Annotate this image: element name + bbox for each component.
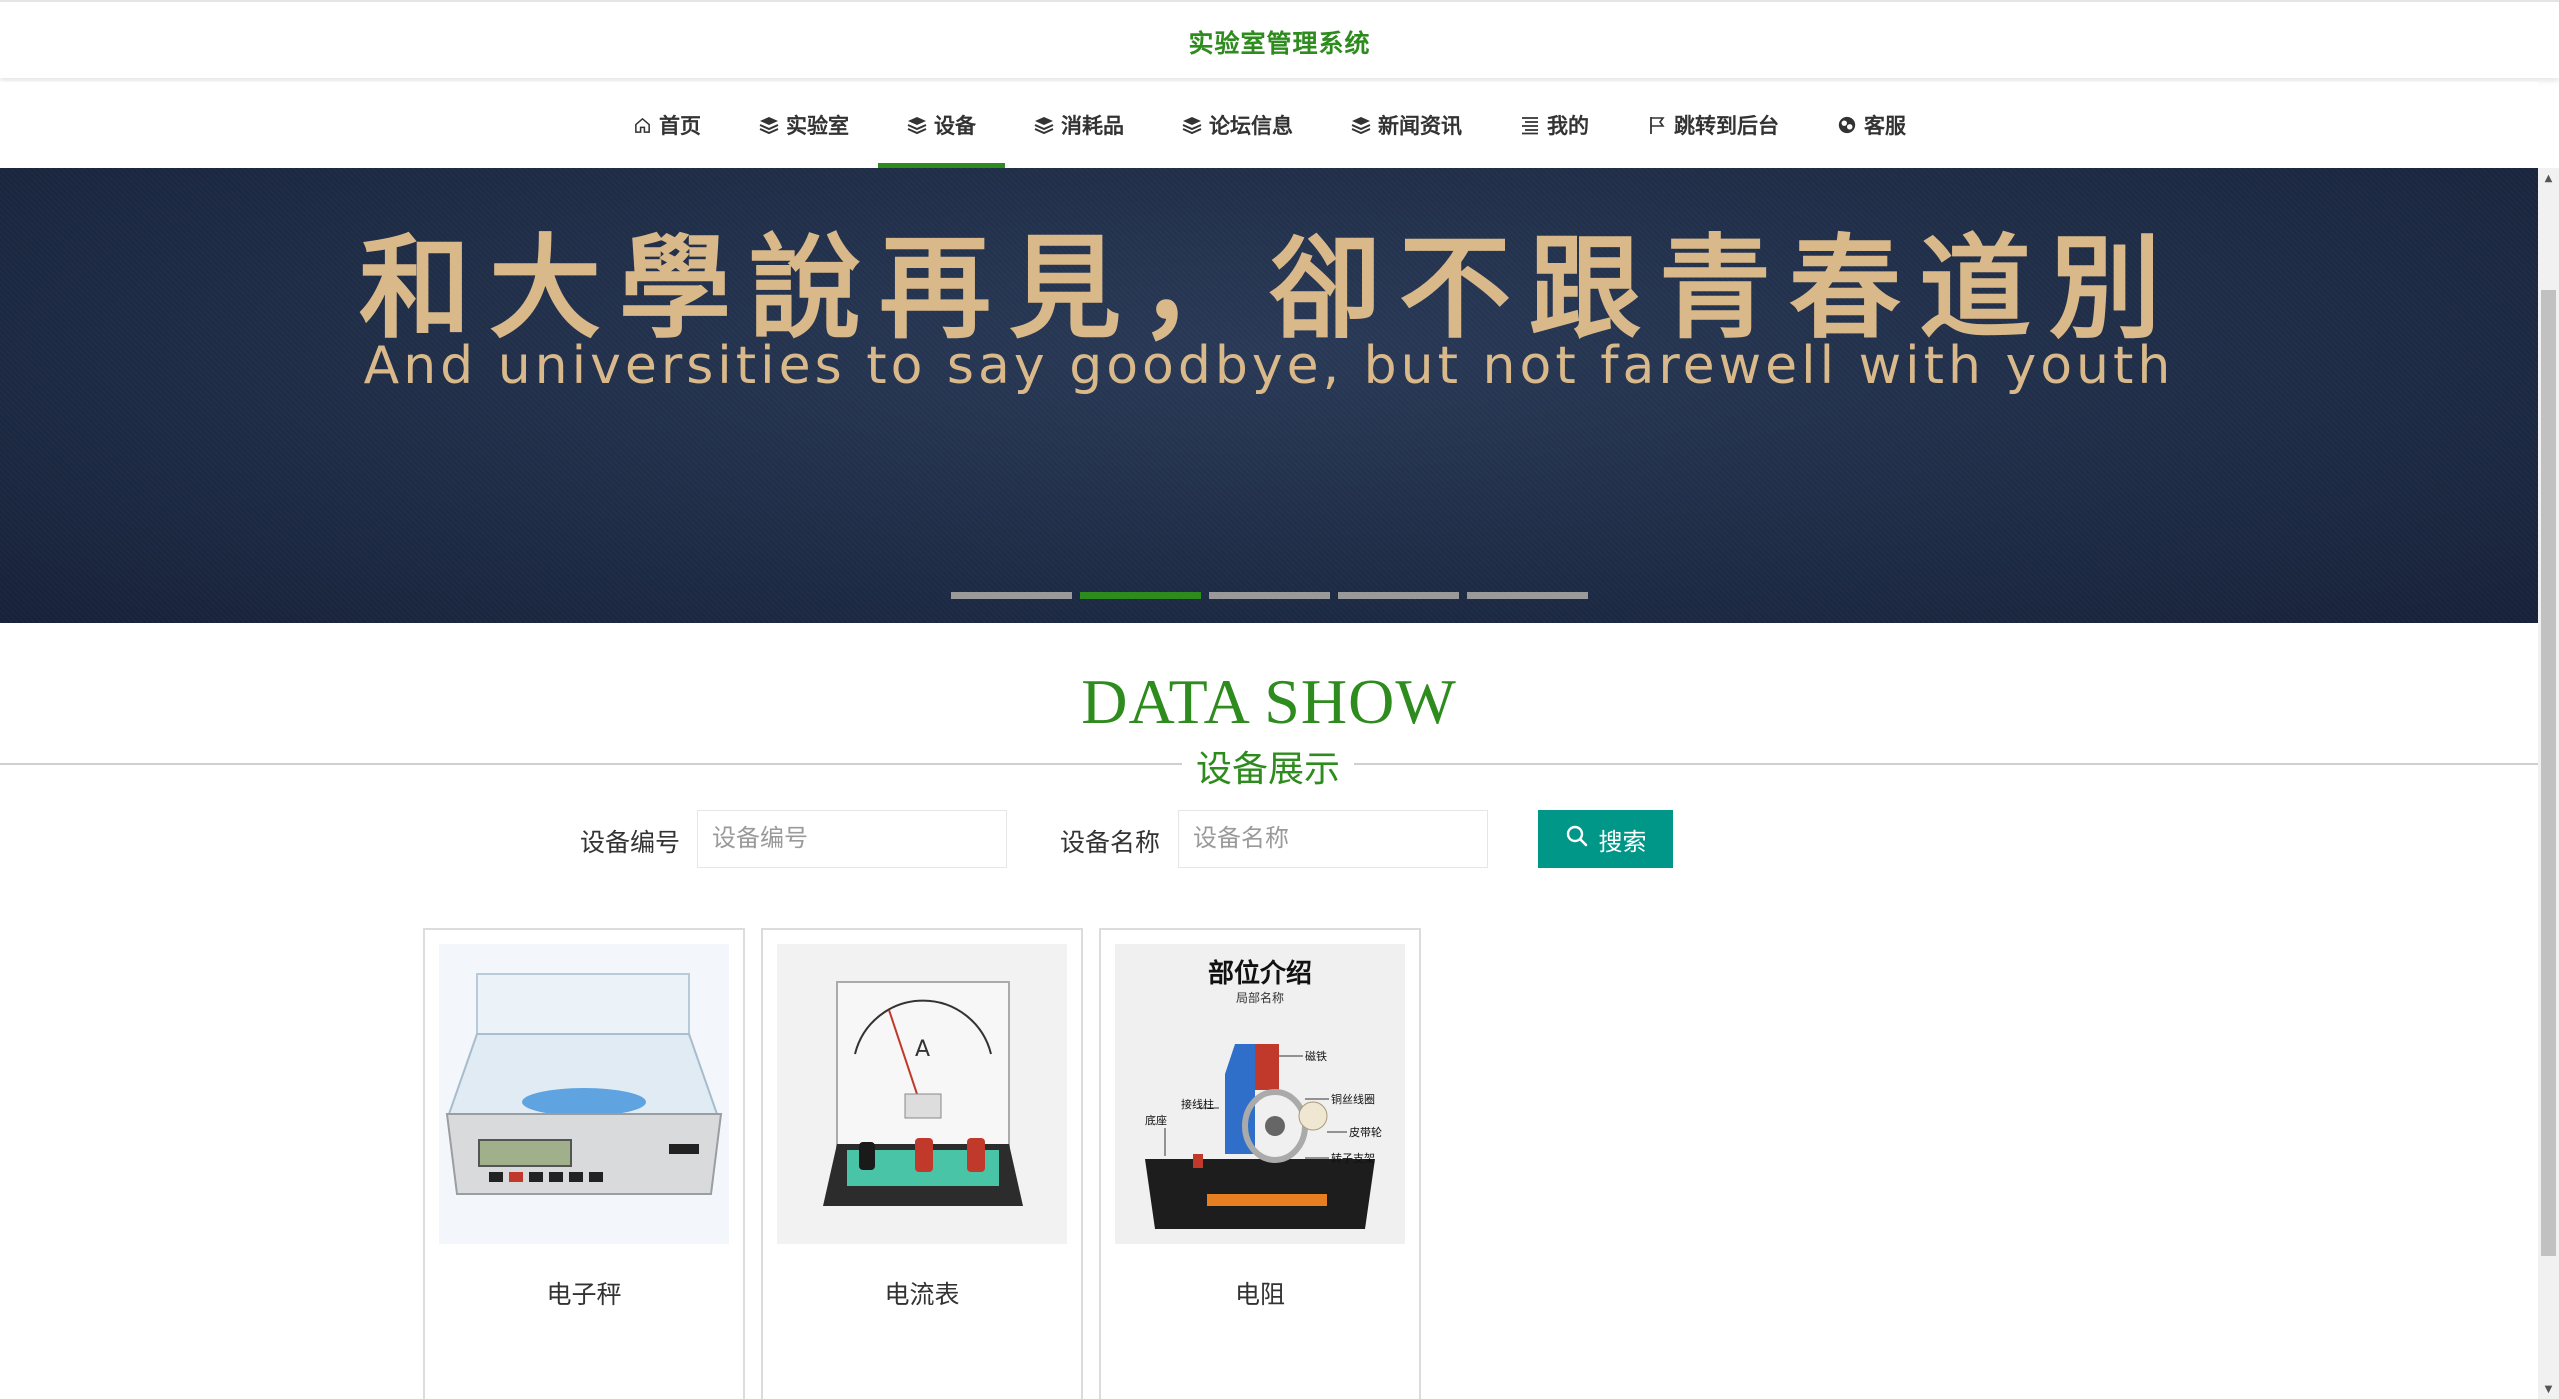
section-title-en: DATA SHOW [1081, 666, 1457, 737]
nav-item-home[interactable]: 首页 [603, 82, 730, 168]
image-label: 接线柱 [1181, 1097, 1214, 1111]
nav-label: 设备 [934, 114, 976, 138]
product-card[interactable]: 电子秤 [423, 928, 745, 1399]
nav-item-forum[interactable]: 论坛信息 [1153, 82, 1322, 168]
stack-icon [1034, 115, 1054, 135]
page: 实验室管理系统 首页 实验室 设备 消耗品 论坛信息 新闻资讯 我的 跳转到后台… [0, 0, 2559, 1399]
site-header: 实验室管理系统 [0, 0, 2559, 78]
list-icon [1520, 115, 1540, 135]
carousel-dot[interactable] [1337, 592, 1459, 599]
product-name[interactable]: 电子秤 [425, 1275, 743, 1311]
nav-item-support[interactable]: 客服 [1808, 82, 1935, 168]
equipment-number-label: 设备编号 [580, 828, 681, 857]
search-button[interactable]: 搜索 [1538, 810, 1673, 868]
scroll-down-arrow-icon[interactable]: ▼ [2538, 1379, 2559, 1399]
nav-label: 客服 [1864, 114, 1906, 138]
image-label: 磁铁 [1305, 1050, 1327, 1063]
banner-carousel[interactable]: 和大學說再見，卻不跟青春道別 And universities to say g… [0, 168, 2538, 623]
carousel-indicators [0, 592, 2538, 599]
nav-label: 实验室 [786, 114, 849, 138]
search-icon [1565, 824, 1589, 854]
image-label: 铜丝线圈 [1331, 1092, 1375, 1106]
chat-icon [1837, 115, 1857, 135]
stack-icon [1351, 115, 1371, 135]
product-name[interactable]: 电流表 [763, 1275, 1081, 1311]
ammeter-image: A [777, 944, 1067, 1244]
nav-item-equipment[interactable]: 设备 [878, 82, 1005, 168]
stack-icon [1182, 115, 1202, 135]
equipment-number-input[interactable] [697, 810, 1007, 868]
nav-item-news[interactable]: 新闻资讯 [1322, 82, 1491, 168]
product-card[interactable]: A 电流表 [761, 928, 1083, 1399]
stack-icon [907, 115, 927, 135]
carousel-dot[interactable] [1466, 592, 1588, 599]
search-bar: 设备编号 设备名称 搜索 [0, 810, 2538, 868]
flag-icon [1647, 115, 1667, 135]
image-label: 底座 [1145, 1113, 1167, 1127]
section-title-cn: 设备展示 [1182, 740, 1354, 792]
carousel-dot[interactable] [1208, 592, 1330, 599]
electronic-scale-image [439, 944, 729, 1244]
svg-text:A: A [915, 1037, 930, 1062]
nav-item-admin[interactable]: 跳转到后台 [1618, 82, 1808, 168]
image-label: 转子支架 [1331, 1151, 1375, 1165]
nav-label: 我的 [1547, 114, 1589, 138]
scroll-up-arrow-icon[interactable]: ▲ [2538, 168, 2559, 188]
nav-label: 首页 [659, 114, 701, 138]
motor-model-image: 部位介绍 局部名称 磁铁 铜丝线圈 皮带轮 转子支架 接线柱 底座 [1115, 944, 1405, 1244]
main-nav: 首页 实验室 设备 消耗品 论坛信息 新闻资讯 我的 跳转到后台 客服 [0, 82, 2538, 168]
nav-label: 论坛信息 [1209, 114, 1293, 138]
nav-label: 跳转到后台 [1674, 114, 1779, 138]
image-label: 皮带轮 [1349, 1125, 1382, 1139]
carousel-dot[interactable] [950, 592, 1072, 599]
image-title: 部位介绍 [1208, 958, 1312, 989]
home-icon [632, 115, 652, 135]
nav-item-consumables[interactable]: 消耗品 [1005, 82, 1153, 168]
product-name[interactable]: 电阻 [1101, 1275, 1419, 1311]
equipment-name-label: 设备名称 [1060, 828, 1161, 857]
banner-subheadline: And universities to say goodbye, but not… [363, 336, 2175, 396]
product-card[interactable]: 部位介绍 局部名称 磁铁 铜丝线圈 皮带轮 转子支架 接线柱 底座 电阻 [1099, 928, 1421, 1399]
nav-label: 消耗品 [1061, 114, 1124, 138]
carousel-dot-active[interactable] [1079, 592, 1201, 599]
nav-label: 新闻资讯 [1378, 114, 1462, 138]
vertical-scrollbar[interactable]: ▲ ▼ [2538, 168, 2559, 1399]
motor-model-illustration: 部位介绍 局部名称 磁铁 铜丝线圈 皮带轮 转子支架 接线柱 底座 [1115, 944, 1405, 1244]
image-subtitle: 局部名称 [1236, 990, 1284, 1005]
scrollbar-thumb[interactable] [2541, 290, 2556, 1256]
site-title[interactable]: 实验室管理系统 [1188, 24, 1370, 60]
stack-icon [759, 115, 779, 135]
nav-item-mine[interactable]: 我的 [1491, 82, 1618, 168]
equipment-name-input[interactable] [1178, 810, 1488, 868]
search-button-label: 搜索 [1598, 827, 1647, 856]
nav-item-lab[interactable]: 实验室 [730, 82, 878, 168]
